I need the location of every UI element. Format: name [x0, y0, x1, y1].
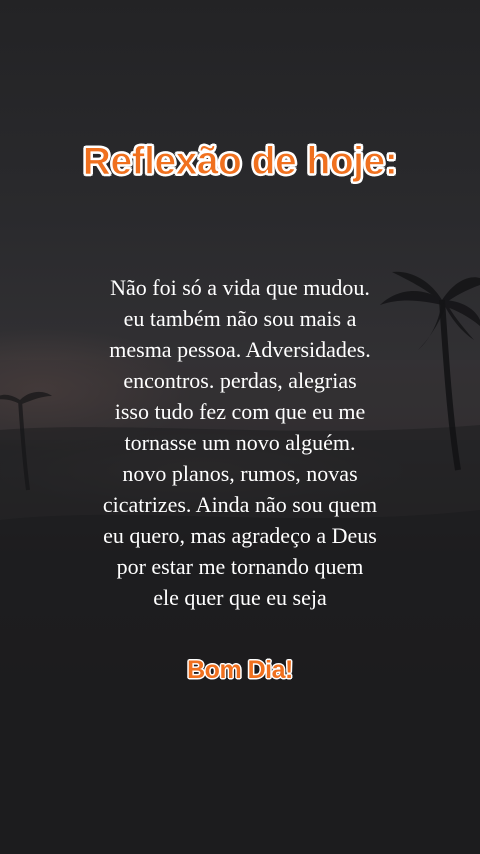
- quote-line: novo planos, rumos, novas: [122, 461, 358, 486]
- quote-line: mesma pessoa. Adversidades.: [109, 337, 371, 362]
- quote-line: ele quer que eu seja: [153, 585, 327, 610]
- quote-line: encontros. perdas, alegrias: [123, 368, 357, 393]
- quote-line: cicatrizes. Ainda não sou quem: [102, 492, 378, 517]
- quote-line: eu quero, mas agradeço a Deus: [103, 523, 377, 548]
- greeting-text: Bom Dia!: [187, 656, 293, 684]
- quote-line: Não foi só a vida que mudou.: [110, 275, 370, 300]
- quote-line: tornasse um novo alguém.: [124, 430, 356, 455]
- quote-line: por estar me tornando quem: [116, 554, 364, 579]
- story-screen: Reflexão de hoje: Não foi só a vida que …: [0, 0, 480, 854]
- quote-line: eu também não sou mais a: [123, 306, 357, 331]
- quote-text: Não foi só a vida que mudou. eu também n…: [40, 272, 440, 613]
- quote-line: isso tudo fez com que eu me: [114, 399, 366, 424]
- reflection-title: Reflexão de hoje:: [82, 140, 398, 184]
